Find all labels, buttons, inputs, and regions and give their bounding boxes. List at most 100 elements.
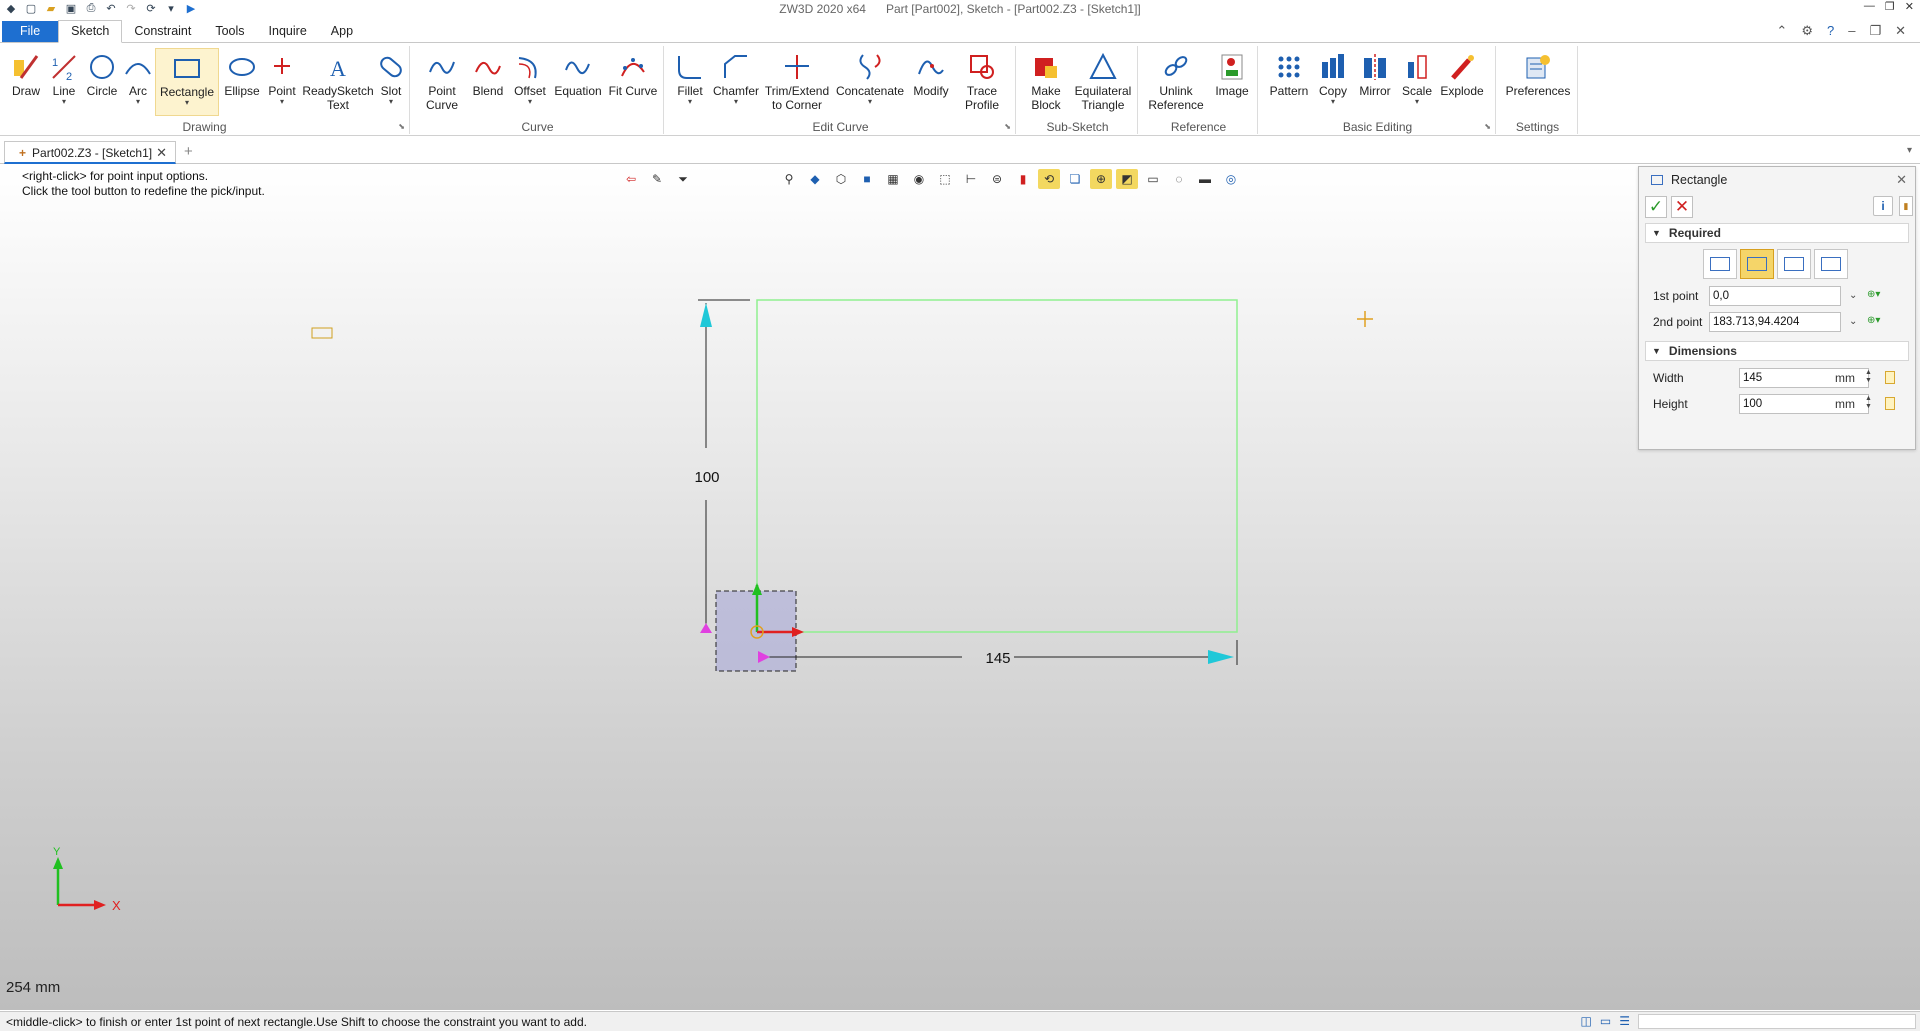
first-point-input[interactable] [1709,286,1841,306]
sketch-viewport[interactable]: <right-click> for point input options. C… [0,165,1920,1010]
document-tab[interactable]: + Part002.Z3 - [Sketch1] ✕ [4,141,176,164]
settings-gear-icon[interactable]: ⚙ [1801,23,1813,39]
point-dropdown-icon[interactable]: ▾ [264,98,300,106]
panel-pin-icon[interactable]: ▮ [1899,196,1913,216]
arc-dropdown-icon[interactable]: ▾ [122,98,154,106]
info-icon[interactable]: i [1873,196,1893,216]
fillet-button[interactable]: Fillet ▾ [670,48,710,116]
command-input-box[interactable] [1638,1014,1916,1029]
mode-three-points-icon[interactable] [1814,249,1848,279]
restore-icon[interactable]: ❐ [1885,0,1895,13]
height-dimension-label[interactable]: 100 [694,469,719,486]
expand-options-icon[interactable]: ⌄ [1849,290,1857,301]
rectangle-preview[interactable] [756,299,1238,633]
list-icon[interactable]: ☰ [1619,1014,1630,1028]
line-dropdown-icon[interactable]: ▾ [46,98,82,106]
width-note-icon[interactable] [1885,371,1895,384]
concatenate-dropdown-icon[interactable]: ▾ [834,98,906,106]
collapse-ribbon-icon[interactable]: ⌃ [1776,23,1787,39]
tab-constraint[interactable]: Constraint [122,21,203,42]
trace-profile-button[interactable]: Trace Profile [956,48,1008,116]
basic-editing-launcher-icon[interactable]: ⬊ [1484,122,1491,131]
rectangle-dropdown-icon[interactable]: ▾ [156,99,218,107]
tab-file[interactable]: File [2,21,59,42]
pick-point-icon[interactable]: ⊕▾ [1867,289,1880,300]
preferences-button[interactable]: Preferences [1502,48,1574,116]
expand-options-icon-2[interactable]: ⌄ [1849,316,1857,327]
new-tab-icon[interactable]: + [184,143,193,160]
height-note-icon[interactable] [1885,397,1895,410]
fit-curve-button[interactable]: Fit Curve [606,48,660,116]
offset-button[interactable]: Offset ▾ [510,48,550,116]
save-icon[interactable]: ▣ [64,2,78,15]
help-icon[interactable]: ? [1827,23,1834,39]
dimensions-section-header[interactable]: ▼ Dimensions [1645,341,1909,361]
edit-curve-launcher-icon[interactable]: ⬊ [1004,122,1011,131]
unlink-reference-button[interactable]: Unlink Reference [1144,48,1208,116]
width-spinner-icon[interactable]: ▲ ▼ [1865,369,1872,385]
circle-button[interactable]: Circle [84,48,120,116]
mirror-button[interactable]: Mirror [1354,48,1396,116]
doc-restore-icon[interactable]: ❐ [1869,23,1881,39]
readysketch-text-button[interactable]: A ReadySketch Text [302,48,374,116]
tab-sketch[interactable]: Sketch [58,20,123,43]
line-button[interactable]: 12 Line ▾ [46,48,82,116]
mode-center-edge-icon[interactable] [1777,249,1811,279]
equation-button[interactable]: Equation [552,48,604,116]
rectangle-button[interactable]: Rectangle ▾ [155,48,219,116]
slot-button[interactable]: Slot ▾ [376,48,406,116]
required-section-header[interactable]: ▼ Required [1645,223,1909,243]
mode-center-icon[interactable] [1703,249,1737,279]
ellipse-button[interactable]: Ellipse [221,48,263,116]
tab-inquire[interactable]: Inquire [257,21,319,42]
equilateral-triangle-button[interactable]: Equilateral Triangle [1072,48,1134,116]
print-icon[interactable]: ⎙ [84,2,98,15]
scale-button[interactable]: Scale ▾ [1398,48,1436,116]
doc-minimize-icon[interactable]: – [1848,23,1855,39]
new-file-icon[interactable]: ▢ [24,2,38,15]
blend-button[interactable]: Blend [468,48,508,116]
monitor-icon[interactable]: ▭ [1600,1014,1611,1028]
sketch-canvas[interactable]: 100 145 X Y [0,165,1920,1010]
doc-close-icon[interactable]: ✕ [1895,23,1906,39]
trim-extend-button[interactable]: Trim/Extend to Corner [762,48,832,116]
image-button[interactable]: Image [1210,48,1254,116]
width-dimension-label[interactable]: 145 [985,650,1010,667]
arc-button[interactable]: Arc ▾ [122,48,154,116]
close-icon[interactable]: ✕ [1905,0,1914,13]
tab-list-dropdown-icon[interactable]: ▾ [1907,145,1912,156]
open-folder-icon[interactable]: ▰ [44,2,58,15]
redo-icon[interactable]: ↷ [124,2,138,15]
copy-dropdown-icon[interactable]: ▾ [1314,98,1352,106]
undo-icon[interactable]: ↶ [104,2,118,15]
panel-close-icon[interactable]: ✕ [1896,172,1907,188]
modify-button[interactable]: Modify [908,48,954,116]
point-button[interactable]: Point ▾ [264,48,300,116]
ok-check-icon[interactable]: ✓ [1645,196,1667,218]
mode-two-corners-icon[interactable] [1740,249,1774,279]
close-tab-icon[interactable]: ✕ [156,145,167,161]
layout-icon[interactable]: ◫ [1581,1014,1592,1028]
height-spinner-icon[interactable]: ▲ ▼ [1865,395,1872,411]
concatenate-button[interactable]: Concatenate ▾ [834,48,906,116]
tab-app[interactable]: App [319,21,365,42]
cancel-x-icon[interactable]: ✕ [1671,196,1693,218]
run-icon[interactable]: ▶ [184,2,198,15]
regen-icon[interactable]: ⟳ [144,2,158,15]
drawing-launcher-icon[interactable]: ⬊ [398,122,405,131]
offset-dropdown-icon[interactable]: ▾ [510,98,550,106]
point-curve-button[interactable]: Point Curve [418,48,466,116]
fillet-dropdown-icon[interactable]: ▾ [670,98,710,106]
make-block-button[interactable]: Make Block [1022,48,1070,116]
draw-button[interactable]: Draw [6,48,46,116]
second-point-input[interactable] [1709,312,1841,332]
minimize-icon[interactable]: — [1864,0,1875,13]
pick-point-icon-2[interactable]: ⊕▾ [1867,315,1880,326]
copy-button[interactable]: Copy ▾ [1314,48,1352,116]
pattern-button[interactable]: Pattern [1266,48,1312,116]
customize-dropdown-icon[interactable]: ▾ [164,2,178,15]
scale-dropdown-icon[interactable]: ▾ [1398,98,1436,106]
chamfer-dropdown-icon[interactable]: ▾ [712,98,760,106]
explode-button[interactable]: Explode [1438,48,1486,116]
tab-tools[interactable]: Tools [203,21,256,42]
